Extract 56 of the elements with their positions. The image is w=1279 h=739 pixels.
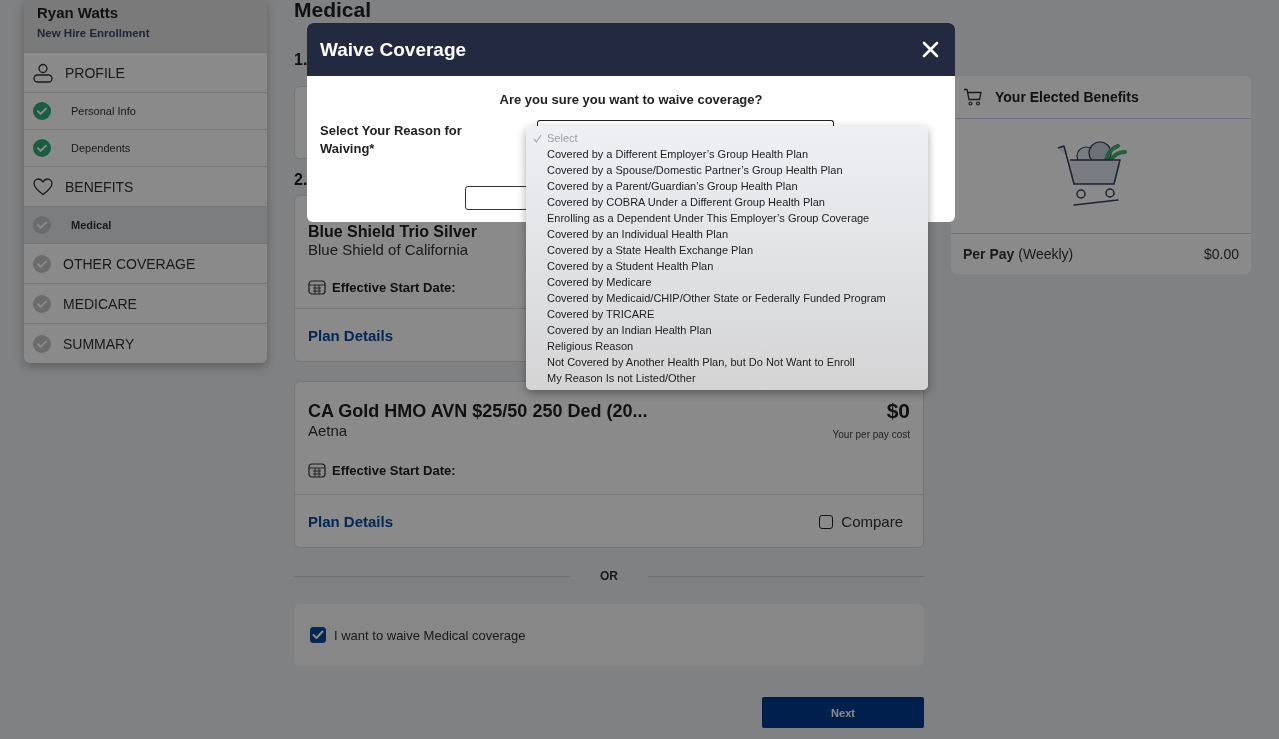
close-button[interactable] (922, 41, 939, 58)
dropdown-option[interactable]: Religious Reason (526, 338, 928, 354)
dropdown-option: Select (526, 130, 928, 146)
checkmark-icon (533, 134, 542, 143)
carrier-name: Blue Shield of California (308, 241, 470, 259)
carrier-name: Aetna (308, 422, 349, 440)
next-button[interactable]: Next (762, 697, 924, 728)
dropdown-option[interactable]: Covered by a State Health Exchange Plan (526, 242, 928, 258)
dropdown-option[interactable]: Enrolling as a Dependent Under This Employer’s Group Coverage (526, 210, 928, 226)
cart-icon (963, 88, 983, 106)
enrollment-subtitle: New Hire Enrollment (37, 26, 151, 41)
date-label: Effective Start Date: (332, 279, 456, 295)
plan-details-link[interactable]: Plan Details (308, 513, 394, 530)
dropdown-option[interactable]: Covered by a Parent/Guardian’s Group Health Plan (526, 178, 928, 194)
calendar-icon (308, 279, 326, 295)
heart-icon (33, 177, 53, 196)
plan-title: CA Gold HMO AVN $25/50 250 Ded (20... (308, 400, 648, 422)
dropdown-option[interactable]: Covered by TRICARE (526, 306, 928, 322)
step-number: 1. (294, 51, 308, 69)
sidebar-item[interactable]: MEDICARE (24, 283, 267, 323)
plan-price: $0 (885, 400, 910, 422)
field-label: Select Your Reason for Waiving* (320, 122, 463, 158)
date-label: Effective Start Date: (332, 462, 456, 478)
sidebar-item[interactable]: PROFILE (24, 52, 267, 92)
panel-title: Your Elected Benefits (995, 89, 1139, 105)
sidebar-item[interactable]: SUMMARY (24, 323, 267, 363)
per-pay-amount: $0.00 (1203, 246, 1239, 262)
price-caption: Your per pay cost (832, 428, 910, 442)
dropdown-option[interactable]: Not Covered by Another Health Plan, but Do Not Want to Enroll (526, 354, 928, 370)
waive-checkbox[interactable]: I want to waive Medical coverage (310, 627, 526, 643)
dropdown-option[interactable]: Covered by a Different Employer’s Group Health Plan (526, 146, 928, 162)
sidebar-item[interactable]: OTHER COVERAGE (24, 243, 267, 283)
sidebar-item[interactable]: Personal Info (24, 92, 267, 129)
dropdown-option[interactable]: Covered by Medicaid/CHIP/Other State or Federally Funded Program (526, 290, 928, 306)
page-heading: Medical (294, 0, 373, 21)
dropdown-option[interactable]: Covered by a Student Health Plan (526, 258, 928, 274)
dropdown-option[interactable]: My Reason Is not Listed/Other (526, 370, 928, 386)
dropdown-option[interactable]: Covered by Medicare (526, 274, 928, 290)
plan-details-link[interactable]: Plan Details (308, 327, 394, 344)
modal-title: Waive Coverage (320, 38, 467, 61)
step-number: 2. (294, 171, 308, 189)
sidebar-item[interactable]: Dependents (24, 129, 267, 166)
dropdown-option[interactable]: Covered by a Spouse/Domestic Partner’s Group Health Plan (526, 162, 928, 178)
compare-checkbox[interactable]: Compare (819, 513, 903, 530)
per-pay-label: Per Pay (Weekly) (963, 246, 1074, 262)
person-icon (33, 62, 53, 83)
plan-title: Blue Shield Trio Silver (308, 223, 477, 241)
modal-question: Are you sure you want to waive coverage? (498, 92, 764, 108)
user-name: Ryan Watts (37, 3, 120, 23)
checkmark-icon (312, 630, 324, 640)
sidebar-item[interactable]: Medical (24, 206, 267, 243)
dropdown-option[interactable]: Covered by an Individual Health Plan (526, 226, 928, 242)
dropdown-option[interactable]: Covered by an Indian Health Plan (526, 322, 928, 338)
dropdown-option[interactable]: Covered by COBRA Under a Different Group Health Plan (526, 194, 928, 210)
divider-text: OR (570, 569, 648, 583)
calendar-icon (308, 462, 326, 478)
